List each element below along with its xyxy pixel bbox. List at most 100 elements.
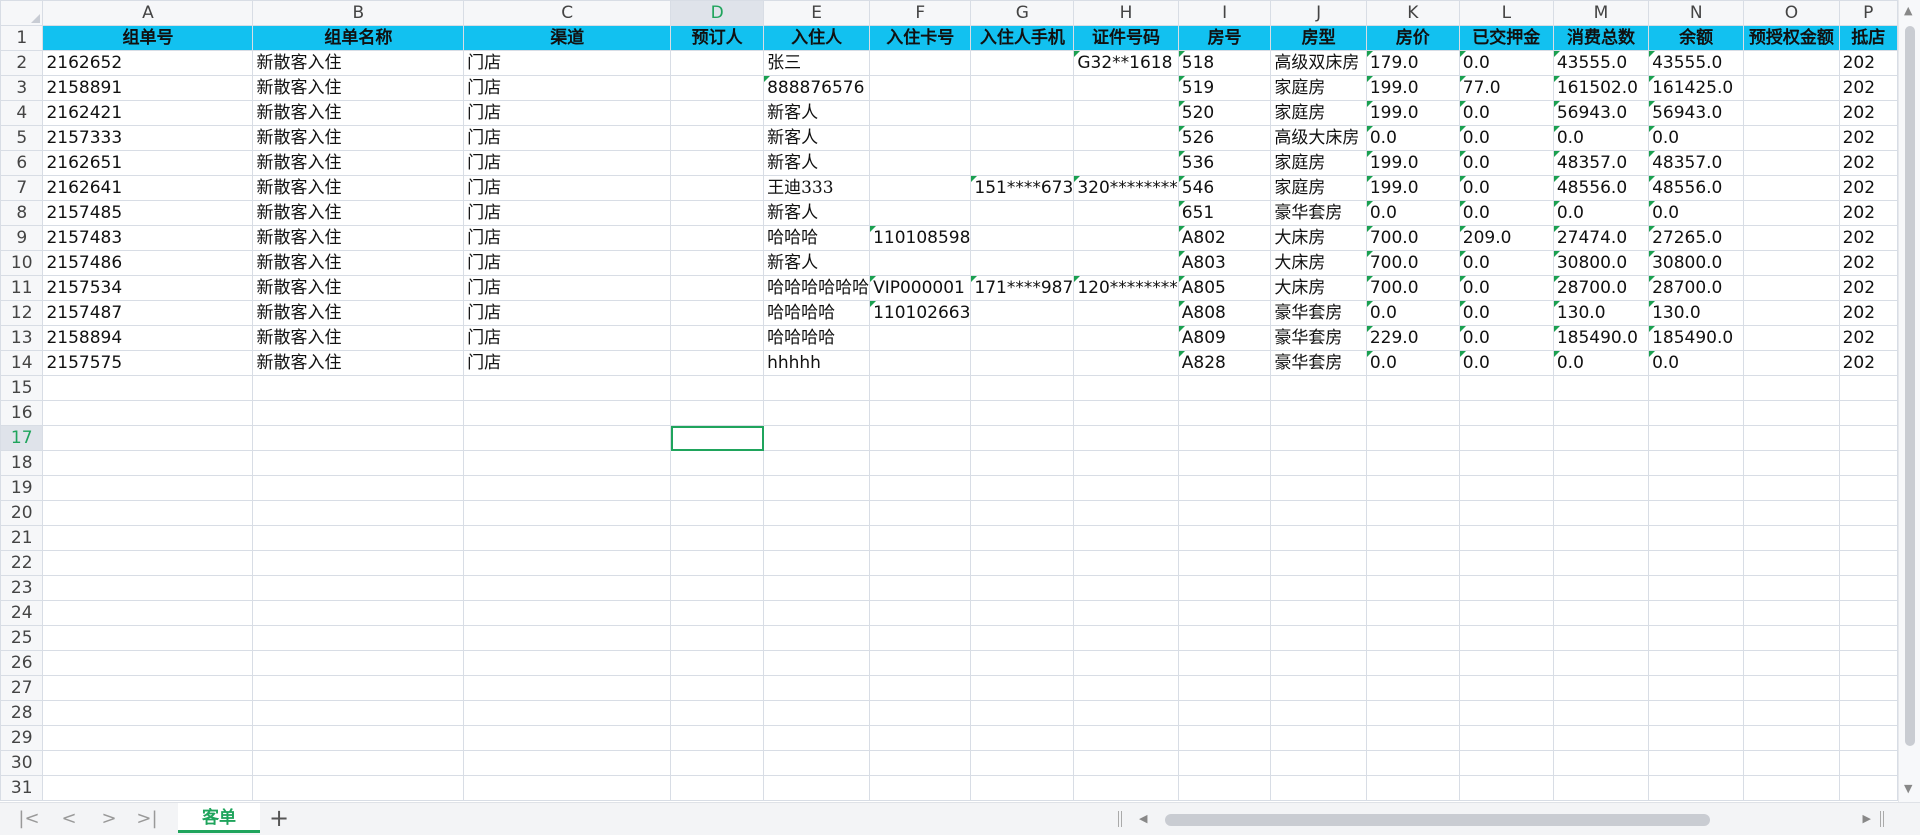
empty-cell[interactable]	[869, 425, 972, 451]
row-number[interactable]: 24	[0, 600, 44, 626]
cell[interactable]: 120********	[1073, 275, 1179, 301]
cell[interactable]: 202	[1838, 50, 1898, 76]
cell[interactable]: 高级双床房	[1270, 50, 1367, 76]
empty-cell[interactable]	[1177, 625, 1272, 651]
empty-cell[interactable]	[1177, 775, 1272, 801]
empty-cell[interactable]	[1838, 775, 1898, 801]
cell[interactable]: 77.0	[1458, 75, 1554, 101]
cell[interactable]: 张三	[763, 50, 871, 76]
cell[interactable]: 新客人	[763, 100, 871, 126]
empty-cell[interactable]	[670, 375, 765, 401]
cell[interactable]: 2157534	[42, 275, 254, 301]
empty-cell[interactable]	[1458, 500, 1554, 526]
empty-cell[interactable]	[1552, 475, 1650, 501]
column-header-p[interactable]: P	[1838, 0, 1898, 26]
cell[interactable]: A828	[1177, 350, 1272, 376]
cell[interactable]: 30800.0	[1552, 250, 1650, 276]
cell[interactable]: 门店	[463, 125, 672, 151]
header-cell[interactable]: 预授权金额	[1743, 25, 1840, 51]
row-number[interactable]: 29	[0, 725, 44, 751]
cell[interactable]: 2157486	[42, 250, 254, 276]
cell[interactable]: 0.0	[1458, 125, 1554, 151]
empty-cell[interactable]	[1073, 700, 1179, 726]
empty-cell[interactable]	[1177, 500, 1272, 526]
cell[interactable]	[670, 275, 765, 301]
cell[interactable]: 新客人	[763, 150, 871, 176]
empty-cell[interactable]	[1743, 650, 1840, 676]
row-number[interactable]: 28	[0, 700, 44, 726]
empty-cell[interactable]	[869, 500, 972, 526]
empty-cell[interactable]	[463, 550, 672, 576]
empty-cell[interactable]	[463, 400, 672, 426]
cell[interactable]	[1073, 350, 1179, 376]
row-number[interactable]: 10	[0, 250, 44, 276]
row-number[interactable]: 4	[0, 100, 44, 126]
empty-cell[interactable]	[763, 500, 871, 526]
empty-cell[interactable]	[1838, 450, 1898, 476]
empty-cell[interactable]	[463, 525, 672, 551]
empty-cell[interactable]	[1073, 725, 1179, 751]
scroll-up-icon[interactable]: ▲	[1904, 4, 1912, 17]
empty-cell[interactable]	[1458, 525, 1554, 551]
empty-cell[interactable]	[869, 375, 972, 401]
empty-cell[interactable]	[1177, 475, 1272, 501]
empty-cell[interactable]	[1458, 775, 1554, 801]
empty-cell[interactable]	[1073, 550, 1179, 576]
cell[interactable]	[869, 100, 972, 126]
empty-cell[interactable]	[463, 425, 672, 451]
empty-cell[interactable]	[1365, 525, 1460, 551]
cell[interactable]: G32**1618	[1073, 50, 1179, 76]
cell[interactable]: 哈哈哈哈哈哈	[763, 275, 871, 301]
empty-cell[interactable]	[670, 450, 765, 476]
cell[interactable]: 家庭房	[1270, 150, 1367, 176]
empty-cell[interactable]	[670, 500, 765, 526]
empty-cell[interactable]	[1648, 500, 1745, 526]
empty-cell[interactable]	[1270, 675, 1367, 701]
horizontal-scroll-thumb[interactable]	[1165, 814, 1710, 826]
empty-cell[interactable]	[1365, 400, 1460, 426]
empty-cell[interactable]	[1458, 600, 1554, 626]
cell[interactable]: 0.0	[1365, 125, 1460, 151]
empty-cell[interactable]	[869, 750, 972, 776]
empty-cell[interactable]	[463, 450, 672, 476]
empty-cell[interactable]	[970, 500, 1075, 526]
header-cell[interactable]: 房号	[1177, 25, 1272, 51]
cell[interactable]: 202	[1838, 125, 1898, 151]
header-cell[interactable]: 入住卡号	[869, 25, 972, 51]
empty-cell[interactable]	[463, 700, 672, 726]
scroll-right-icon[interactable]: ▶	[1863, 809, 1871, 829]
cell[interactable]: 151****673	[970, 175, 1075, 201]
empty-cell[interactable]	[1365, 600, 1460, 626]
empty-cell[interactable]	[1552, 600, 1650, 626]
cell[interactable]: 48357.0	[1552, 150, 1650, 176]
cell[interactable]: 哈哈哈哈	[763, 325, 871, 351]
cell[interactable]: 171****987	[970, 275, 1075, 301]
empty-cell[interactable]	[1458, 750, 1554, 776]
column-header-l[interactable]: L	[1458, 0, 1554, 26]
empty-cell[interactable]	[1458, 450, 1554, 476]
cell[interactable]: 0.0	[1365, 350, 1460, 376]
cell[interactable]	[1073, 75, 1179, 101]
cell[interactable]: 新散客入住	[252, 125, 465, 151]
empty-cell[interactable]	[670, 700, 765, 726]
empty-cell[interactable]	[970, 525, 1075, 551]
empty-cell[interactable]	[869, 675, 972, 701]
empty-cell[interactable]	[1743, 400, 1840, 426]
row-number[interactable]: 18	[0, 450, 44, 476]
empty-cell[interactable]	[1073, 500, 1179, 526]
cell[interactable]: 56943.0	[1552, 100, 1650, 126]
empty-cell[interactable]	[1073, 775, 1179, 801]
empty-cell[interactable]	[1177, 425, 1272, 451]
cell[interactable]: 新客人	[763, 250, 871, 276]
empty-cell[interactable]	[1270, 750, 1367, 776]
empty-cell[interactable]	[1743, 450, 1840, 476]
cell[interactable]	[670, 125, 765, 151]
empty-cell[interactable]	[970, 700, 1075, 726]
empty-cell[interactable]	[1458, 650, 1554, 676]
empty-cell[interactable]	[1177, 725, 1272, 751]
empty-cell[interactable]	[1552, 700, 1650, 726]
row-number[interactable]: 13	[0, 325, 44, 351]
cell[interactable]: 门店	[463, 150, 672, 176]
empty-cell[interactable]	[1552, 450, 1650, 476]
empty-cell[interactable]	[1458, 475, 1554, 501]
